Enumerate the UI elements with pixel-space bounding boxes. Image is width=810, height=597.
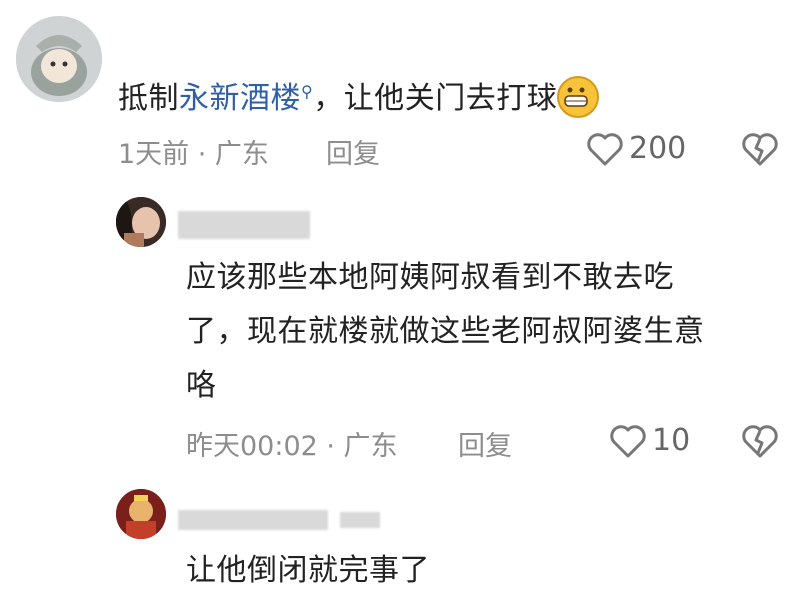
heart-icon[interactable] [608, 423, 648, 463]
search-icon[interactable]: ⚲ [301, 82, 313, 101]
comment-text-prefix: 抵制 [118, 81, 179, 116]
comment-text-line: 应该那些本地阿姨阿叔看到不敢去吃 [186, 260, 674, 295]
username-suffix [340, 512, 380, 528]
comment-meta: 1天前 · 广东 [118, 139, 269, 170]
comment-text-line: 咯 [186, 368, 217, 403]
like-count: 10 [652, 423, 691, 458]
username[interactable] [178, 211, 310, 239]
grinning-face-icon [557, 75, 600, 118]
avatar[interactable] [116, 197, 166, 247]
username[interactable] [178, 510, 328, 530]
dislike-icon[interactable] [740, 423, 780, 463]
dislike-icon[interactable] [740, 131, 780, 171]
comment-meta: 昨天00:02 · 广东 [186, 431, 398, 462]
heart-icon[interactable] [585, 131, 625, 171]
comment-text-suffix: ，让他关门去打球 [313, 81, 558, 116]
comment-text: 让他倒闭就完事了 [186, 553, 430, 588]
like-count: 200 [629, 131, 687, 166]
avatar[interactable] [16, 16, 102, 102]
reply-button[interactable]: 回复 [326, 132, 380, 171]
comment-text-line: 了，现在就楼就做这些老阿叔阿婆生意 [186, 314, 705, 349]
avatar[interactable] [116, 489, 166, 539]
reply-button[interactable]: 回复 [458, 424, 512, 463]
search-link[interactable]: 永新酒楼 [179, 81, 301, 116]
comment-text: 抵制永新酒楼⚲，让他关门去打球 [118, 72, 600, 121]
